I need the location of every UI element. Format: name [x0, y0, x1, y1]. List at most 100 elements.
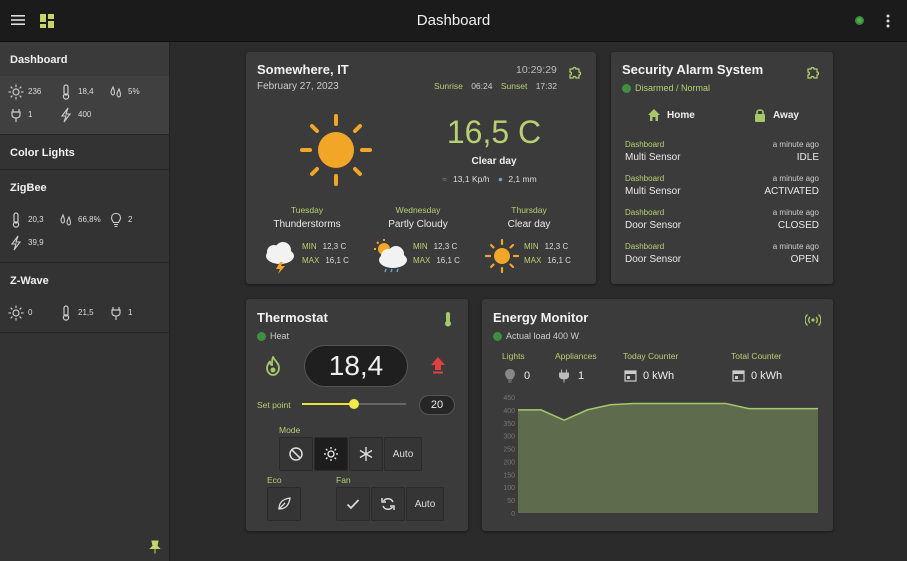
- puzzle-icon[interactable]: [568, 65, 582, 79]
- total-counter-value: 0 kWh: [751, 369, 783, 382]
- mode-off-button[interactable]: [279, 437, 313, 471]
- forecast-temps: MIN 12,3 C MAX 16,1 C: [524, 242, 571, 265]
- current-temperature: 18,4: [304, 345, 408, 387]
- y-tick-label: 50: [507, 498, 515, 505]
- sidebar-section-title[interactable]: Z-Wave: [0, 263, 169, 297]
- lights-count: 0: [524, 370, 531, 382]
- heat-up-arrow-icon[interactable]: [430, 356, 446, 374]
- sidebar-section-title[interactable]: Dashboard: [0, 42, 169, 76]
- weather-card: Somewhere, IT February 27, 2023 10:29:29…: [246, 52, 596, 284]
- sidebar-section-z-wave[interactable]: Z-Wave 0 21,5 1: [0, 263, 169, 333]
- sidebar-section-color-lights[interactable]: Color Lights: [0, 135, 169, 170]
- alarm-title: Security Alarm System: [622, 62, 764, 77]
- alarm-event-row: Dashboard a minute ago Multi Sensor ACTI…: [625, 174, 819, 197]
- sensor-temperature: 20,3: [8, 208, 58, 231]
- snowflake-icon: [359, 447, 373, 461]
- forecast-day: Tuesday Thunderstorms: [252, 205, 362, 230]
- thermometer-icon: [12, 211, 20, 228]
- sunrise-label: Sunrise: [434, 81, 463, 91]
- setpoint-slider-fill: [302, 403, 354, 405]
- mode-heat-button[interactable]: [314, 437, 348, 471]
- y-tick-label: 400: [503, 408, 515, 415]
- sensor-power: 400: [58, 103, 108, 126]
- partly-cloudy-icon: [374, 239, 407, 273]
- appliances-label: Appliances: [555, 351, 597, 361]
- sidebar-section-title[interactable]: ZigBee: [0, 170, 169, 204]
- energy-chart: 450 400 350 300 250 200 150 100 50 0: [503, 395, 818, 518]
- status-dot: [257, 332, 266, 342]
- forecast-day-name: Wednesday: [395, 205, 441, 215]
- status-dot: [493, 332, 502, 342]
- sensor-temperature: 21,5: [58, 301, 108, 324]
- wind-speed: 13,1 Kp/h: [453, 174, 490, 184]
- sunset-time: 17:32: [535, 81, 557, 91]
- forecast-temps: MIN 12,3 C MAX 16,1 C: [302, 242, 349, 265]
- plug-icon: [111, 306, 121, 320]
- y-tick-label: 200: [503, 459, 515, 466]
- current-temperature: 16,5 C: [446, 114, 542, 150]
- wind-icon: ≈: [442, 174, 447, 184]
- rain-drop-icon: ●: [497, 174, 503, 184]
- thermometer-icon: [62, 83, 70, 100]
- energy-monitor-card: Energy Monitor Actual load 400 W Lights …: [482, 299, 833, 531]
- eco-button[interactable]: [267, 487, 301, 521]
- sidebar-section-dashboard[interactable]: Dashboard 236 18,4 5% 1 400: [0, 42, 169, 135]
- home-icon: [648, 109, 660, 121]
- signal-icon: [805, 314, 821, 326]
- forecast-temps: MIN 12,3 C MAX 16,1 C: [413, 242, 460, 265]
- sunrise-time: 06:24: [471, 81, 493, 91]
- drops-icon: [110, 85, 121, 98]
- y-tick-label: 0: [511, 511, 515, 518]
- y-tick-label: 100: [503, 485, 515, 492]
- thermostat-card: Thermostat Heat 18,4 Set point 20 Mode A…: [246, 299, 468, 531]
- fan-auto-button[interactable]: Auto: [406, 487, 444, 521]
- alarm-event-row: Dashboard a minute ago Door Sensor CLOSE…: [625, 208, 819, 231]
- calendar-icon: [624, 370, 637, 382]
- sidebar-section-zigbee[interactable]: ZigBee 20,3 66,8% 2 39,9: [0, 170, 169, 263]
- forecast-condition: Partly Cloudy: [388, 219, 448, 230]
- setpoint-slider-track[interactable]: [302, 399, 406, 409]
- sensor-temperature: 18,4: [58, 80, 108, 103]
- thermostat-title: Thermostat: [257, 310, 328, 325]
- fan-on-button[interactable]: [336, 487, 370, 521]
- alarm-status: Disarmed / Normal: [635, 83, 711, 93]
- pin-icon[interactable]: [148, 540, 162, 554]
- mode-label: Mode: [279, 425, 301, 435]
- bolt-icon: [60, 107, 72, 122]
- drops-icon: [60, 213, 71, 226]
- fan-cycle-button[interactable]: [371, 487, 405, 521]
- more-vert-icon[interactable]: [883, 13, 893, 29]
- setpoint-value[interactable]: 20: [419, 395, 455, 415]
- fan-label: Fan: [336, 475, 351, 485]
- flame-icon: [266, 356, 280, 376]
- sensor-humidity: 5%: [108, 80, 158, 103]
- away-button[interactable]: Away: [753, 108, 799, 122]
- puzzle-icon[interactable]: [806, 65, 820, 79]
- alarm-event-row: Dashboard a minute ago Multi Sensor IDLE: [625, 140, 819, 163]
- sunset-label: Sunset: [500, 81, 528, 91]
- setpoint-label: Set point: [257, 400, 291, 410]
- rain-amount: 2,1 mm: [508, 174, 537, 184]
- y-tick-label: 150: [503, 472, 515, 479]
- sensor-plug: 1: [8, 103, 58, 126]
- y-tick-label: 300: [503, 434, 515, 441]
- forecast-day-name: Thursday: [511, 205, 547, 215]
- mode-cool-button[interactable]: [349, 437, 383, 471]
- forecast-day: Thursday Clear day: [474, 205, 584, 230]
- sensor-light: 0: [8, 301, 58, 324]
- thermometer-icon: [62, 304, 70, 321]
- setpoint-slider-thumb[interactable]: [349, 399, 359, 409]
- bulb-icon: [110, 212, 122, 227]
- thermostat-status: Heat: [270, 331, 290, 341]
- status-dot: [622, 84, 631, 94]
- home-button[interactable]: Home: [647, 108, 695, 122]
- forecast-day: Wednesday Partly Cloudy: [363, 205, 473, 230]
- y-tick-label: 250: [503, 447, 515, 454]
- sidebar-section-title[interactable]: Color Lights: [0, 135, 169, 169]
- appliances-count: 1: [578, 370, 585, 382]
- sensor-humidity: 66,8%: [58, 208, 108, 231]
- today-counter-value: 0 kWh: [643, 369, 675, 382]
- total-counter-label: Total Counter: [731, 351, 782, 361]
- sun-icon: [8, 84, 24, 99]
- mode-auto-button[interactable]: Auto: [384, 437, 422, 471]
